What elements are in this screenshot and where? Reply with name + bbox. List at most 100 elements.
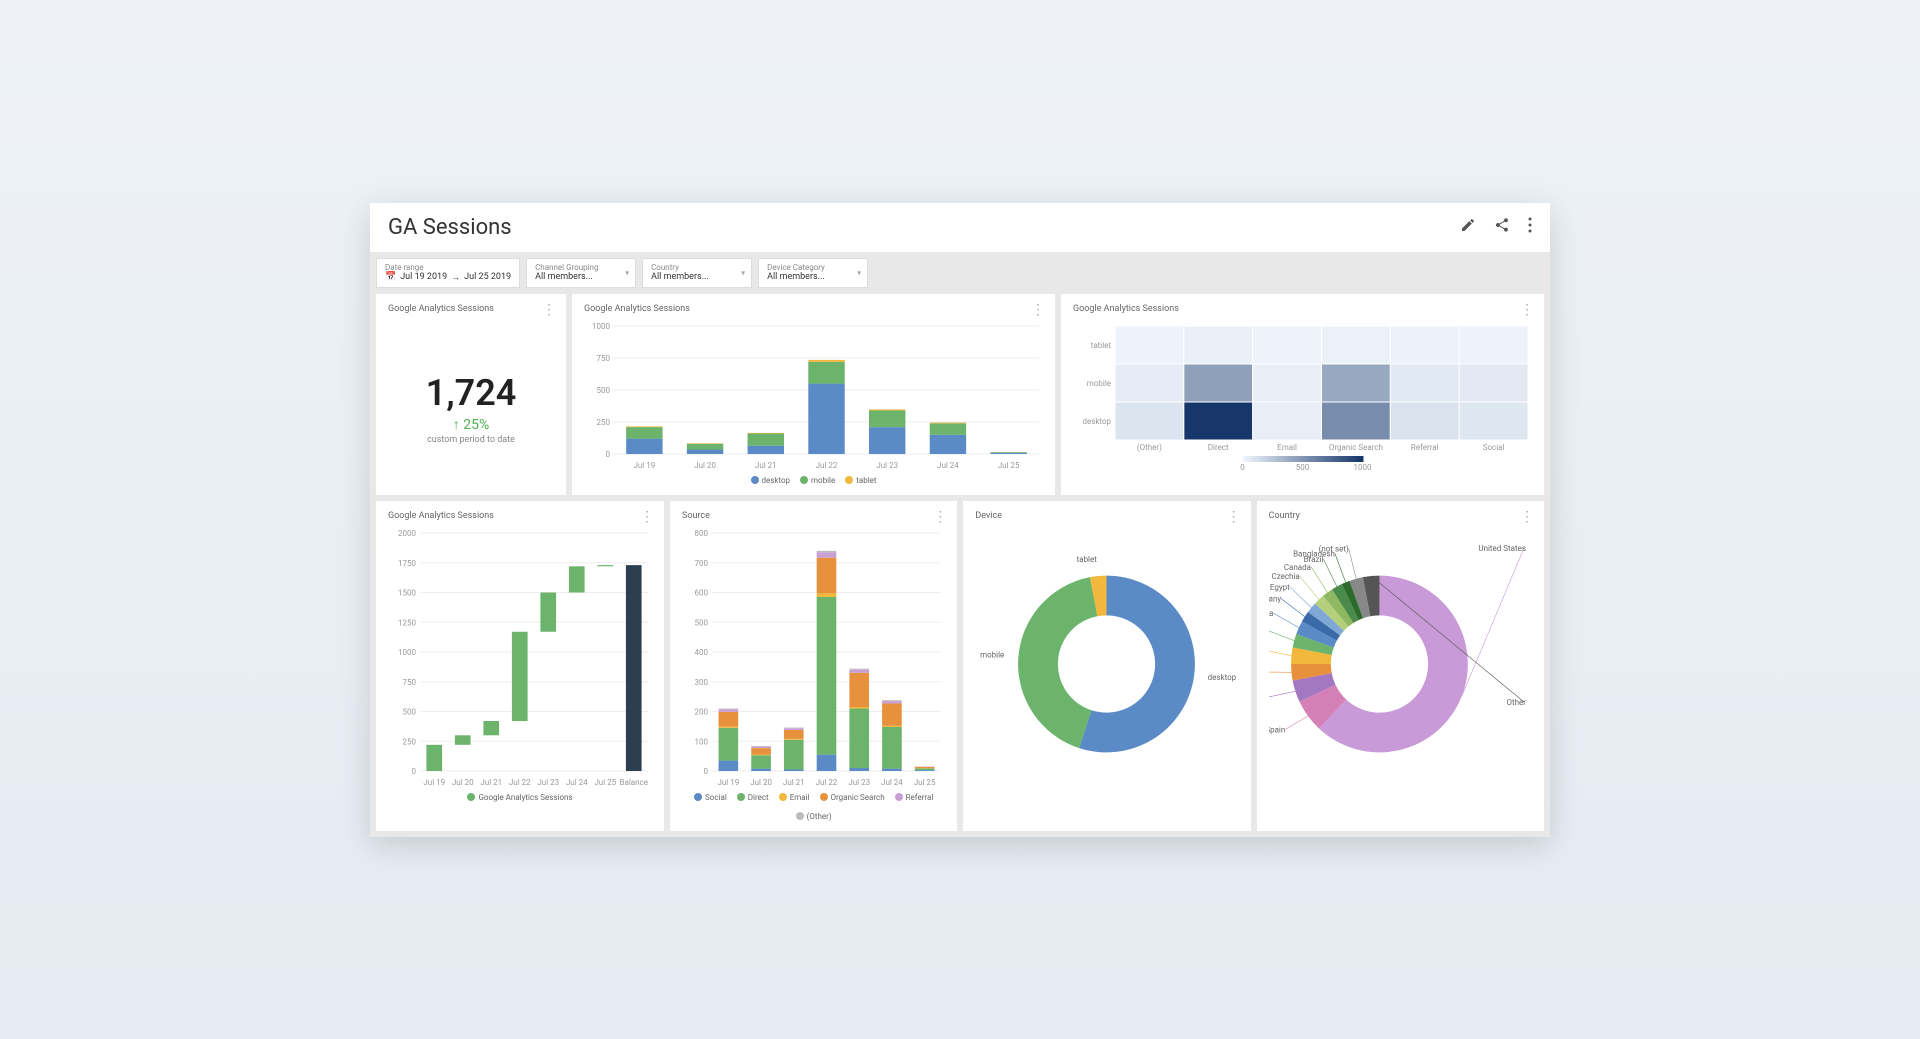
svg-text:United States: United States xyxy=(1478,544,1526,553)
chevron-down-icon: ▾ xyxy=(741,268,745,277)
svg-text:Jul 23: Jul 23 xyxy=(848,778,870,787)
svg-text:Egypt: Egypt xyxy=(1270,582,1290,591)
svg-text:Jul 20: Jul 20 xyxy=(694,461,716,470)
svg-text:Jul 22: Jul 22 xyxy=(816,778,838,787)
card-waterfall: Google Analytics Sessions ⋮ 025050075010… xyxy=(376,501,664,831)
svg-text:Direct: Direct xyxy=(1208,443,1229,452)
svg-text:1250: 1250 xyxy=(398,618,416,627)
svg-text:0: 0 xyxy=(606,450,611,459)
svg-text:Referral: Referral xyxy=(1411,443,1439,452)
svg-text:Czechia: Czechia xyxy=(1271,572,1299,581)
svg-text:Jul 24: Jul 24 xyxy=(881,778,903,787)
svg-text:tablet: tablet xyxy=(1077,555,1098,564)
svg-text:250: 250 xyxy=(597,418,611,427)
page-title: GA Sessions xyxy=(388,215,512,240)
card-menu-icon[interactable]: ⋮ xyxy=(640,509,654,525)
card-menu-icon[interactable]: ⋮ xyxy=(933,509,947,525)
card-sessions-bar: Google Analytics Sessions ⋮ 025050075010… xyxy=(572,294,1055,495)
calendar-icon: 📅 xyxy=(385,272,396,282)
card-menu-icon[interactable]: ⋮ xyxy=(1520,509,1534,525)
header-actions xyxy=(1460,217,1532,237)
svg-text:Jul 19: Jul 19 xyxy=(633,461,655,470)
chart-heatmap: tabletmobiledesktop(Other)DirectEmailOrg… xyxy=(1073,322,1532,472)
svg-text:1000: 1000 xyxy=(1354,463,1372,472)
row-1: Google Analytics Sessions ⋮ 1,724 ↑ 25% … xyxy=(370,294,1550,501)
card-menu-icon[interactable]: ⋮ xyxy=(1520,302,1534,318)
chart-legend: SocialDirectEmailOrganic SearchReferral(… xyxy=(682,793,945,821)
svg-text:500: 500 xyxy=(695,618,709,627)
more-icon[interactable] xyxy=(1528,217,1532,237)
chart-legend: desktopmobiletablet xyxy=(584,476,1043,485)
svg-text:Organic Search: Organic Search xyxy=(1329,443,1383,452)
svg-text:tablet: tablet xyxy=(1091,341,1112,350)
share-icon[interactable] xyxy=(1494,217,1510,237)
card-menu-icon[interactable]: ⋮ xyxy=(1227,509,1241,525)
svg-text:Jul 24: Jul 24 xyxy=(937,461,959,470)
svg-text:Other: Other xyxy=(1506,698,1526,707)
svg-text:500: 500 xyxy=(1296,463,1310,472)
svg-text:300: 300 xyxy=(695,677,709,686)
svg-text:800: 800 xyxy=(695,529,709,538)
svg-text:Canada: Canada xyxy=(1283,562,1310,571)
card-kpi: Google Analytics Sessions ⋮ 1,724 ↑ 25% … xyxy=(376,294,566,495)
svg-text:750: 750 xyxy=(597,354,611,363)
filter-bar: Date range 📅 Jul 19 2019 → Jul 25 2019 C… xyxy=(370,252,1550,294)
chart-legend: Google Analytics Sessions xyxy=(388,793,652,802)
filter-channel[interactable]: Channel Grouping All members... ▾ xyxy=(526,258,636,288)
svg-text:700: 700 xyxy=(695,558,709,567)
svg-text:200: 200 xyxy=(695,707,709,716)
edit-icon[interactable] xyxy=(1460,217,1476,237)
svg-text:500: 500 xyxy=(403,707,417,716)
filter-daterange[interactable]: Date range 📅 Jul 19 2019 → Jul 25 2019 xyxy=(376,258,520,288)
svg-text:Spain: Spain xyxy=(1269,725,1285,734)
svg-text:India: India xyxy=(1269,609,1273,618)
svg-text:Jul 21: Jul 21 xyxy=(480,778,502,787)
svg-text:Jul 19: Jul 19 xyxy=(423,778,445,787)
svg-text:Jul 22: Jul 22 xyxy=(509,778,531,787)
svg-text:Jul 25: Jul 25 xyxy=(998,461,1020,470)
svg-text:desktop: desktop xyxy=(1082,417,1111,426)
chart-country-donut: United StatesSpainSingaporeMexicoItalyIn… xyxy=(1269,529,1532,789)
filter-device[interactable]: Device Category All members... ▾ xyxy=(758,258,868,288)
chevron-down-icon: ▾ xyxy=(625,268,629,277)
filter-label: Date range xyxy=(385,263,511,272)
card-menu-icon[interactable]: ⋮ xyxy=(1031,302,1045,318)
svg-text:Jul 22: Jul 22 xyxy=(816,461,838,470)
svg-text:mobile: mobile xyxy=(1087,379,1111,388)
svg-text:Balance: Balance xyxy=(620,778,648,787)
chart-device-donut: desktop mobile tablet xyxy=(975,529,1238,789)
svg-text:Jul 20: Jul 20 xyxy=(452,778,474,787)
svg-text:mobile: mobile xyxy=(980,650,1004,659)
svg-text:1000: 1000 xyxy=(592,322,610,331)
card-device: Device ⋮ desktopmobiletablet xyxy=(963,501,1250,831)
svg-text:Social: Social xyxy=(1483,443,1505,452)
svg-text:Jul 20: Jul 20 xyxy=(750,778,772,787)
chart-waterfall: 025050075010001250150017502000Jul 19Jul … xyxy=(388,529,652,789)
svg-text:Jul 21: Jul 21 xyxy=(755,461,777,470)
svg-text:Jul 25: Jul 25 xyxy=(594,778,616,787)
svg-text:500: 500 xyxy=(597,386,611,395)
card-menu-icon[interactable]: ⋮ xyxy=(542,302,556,318)
kpi-value: 1,724 xyxy=(388,372,554,414)
svg-text:400: 400 xyxy=(695,648,709,657)
svg-text:(not set): (not set) xyxy=(1318,544,1348,553)
svg-text:Jul 23: Jul 23 xyxy=(537,778,559,787)
header: GA Sessions xyxy=(370,203,1550,252)
svg-text:desktop: desktop xyxy=(1208,673,1237,682)
filter-country[interactable]: Country All members... ▾ xyxy=(642,258,752,288)
svg-text:2000: 2000 xyxy=(398,529,416,538)
dashboard-frame: GA Sessions Date range 📅 Jul 19 2019 → J… xyxy=(370,203,1550,837)
arrow-right-icon: → xyxy=(451,272,460,283)
card-source: Source ⋮ 0100200300400500600700800Jul 19… xyxy=(670,501,957,831)
svg-text:0: 0 xyxy=(1240,463,1245,472)
svg-text:Jul 21: Jul 21 xyxy=(783,778,805,787)
svg-text:1750: 1750 xyxy=(398,558,416,567)
chevron-down-icon: ▾ xyxy=(857,268,861,277)
svg-text:Jul 24: Jul 24 xyxy=(566,778,588,787)
svg-text:100: 100 xyxy=(695,737,709,746)
svg-text:Germany: Germany xyxy=(1269,594,1281,603)
card-country: Country ⋮ United StatesSpainSingaporeMex… xyxy=(1257,501,1544,831)
row-2: Google Analytics Sessions ⋮ 025050075010… xyxy=(370,501,1550,837)
svg-text:0: 0 xyxy=(704,767,709,776)
svg-text:1000: 1000 xyxy=(398,648,416,657)
